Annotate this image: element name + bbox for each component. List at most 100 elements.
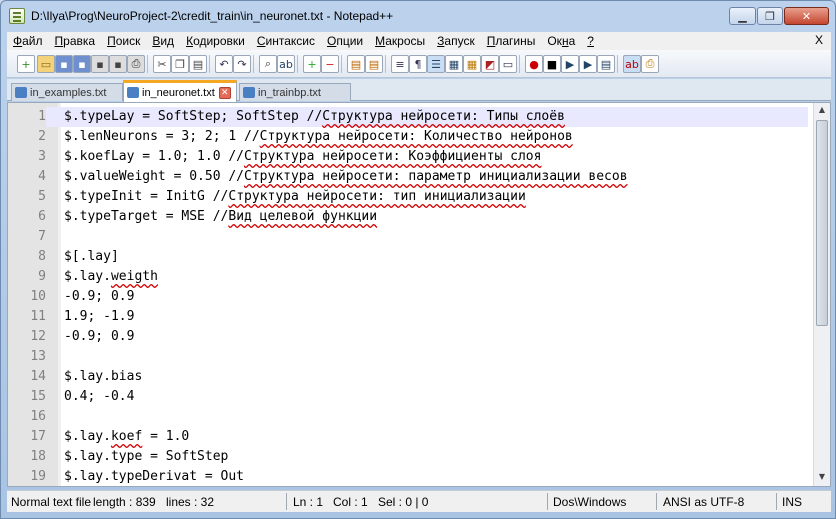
close-icon[interactable]: ▪ [91, 55, 109, 73]
scroll-up-icon[interactable]: ▲ [816, 105, 828, 117]
vertical-scrollbar[interactable]: ▲ ▼ [813, 103, 830, 486]
toolbar-separator [297, 55, 298, 73]
copy-icon[interactable]: ❐ [171, 55, 189, 73]
scroll-thumb[interactable] [816, 120, 828, 326]
editor-line[interactable]: 11 1.9; -1.9 [8, 307, 808, 327]
spellcheck-flagged-text: Вид целевой функции [228, 209, 378, 224]
show-all-chars-icon[interactable]: ¶ [409, 55, 427, 73]
editor-line[interactable]: 14 $.lay.bias [8, 367, 808, 387]
doc-map-icon[interactable]: ▦ [445, 55, 463, 73]
editor-line[interactable]: 15 0.4; -0.4 [8, 387, 808, 407]
editor-line[interactable]: 19 $.lay.typeDerivat = Out [8, 467, 808, 486]
menu-accelerator: н [561, 34, 569, 48]
editor-line[interactable]: 6 $.typeTarget = MSE //Вид целевой функци… [8, 207, 808, 227]
indent-guide-icon[interactable]: ☰ [427, 55, 445, 73]
spellcheck-flagged-text: Структура нейросети: Коэффициенты слоя [244, 149, 542, 164]
scroll-down-icon[interactable]: ▼ [816, 472, 828, 484]
editor[interactable]: 1 $.typeLay = SoftStep; SoftStep //Структ… [7, 102, 831, 487]
tab-in-examples-txt[interactable]: in_examples.txt [11, 83, 123, 101]
title-bar[interactable]: D:\Ilya\Prog\NeuroProject-2\credit_train… [1, 1, 835, 31]
menu-item[interactable]: Вид [146, 34, 180, 48]
status-sel: Sel : 0 | 0 [378, 495, 429, 509]
new-file-icon[interactable]: + [17, 55, 35, 73]
menu-item[interactable]: Файл [7, 34, 49, 48]
status-eol[interactable]: Dos\Windows [553, 495, 626, 509]
word-wrap-icon[interactable]: ≡ [391, 55, 409, 73]
record-macro-icon[interactable]: ● [525, 55, 543, 73]
menu-accelerator: К [186, 34, 194, 48]
find-icon[interactable]: ⌕ [259, 55, 277, 73]
print-icon[interactable]: ⎙ [127, 55, 145, 73]
sync-h-icon[interactable]: ▤ [365, 55, 383, 73]
print-now-icon[interactable]: ⎙ [641, 55, 659, 73]
editor-line[interactable]: 10 -0.9; 0.9 [8, 287, 808, 307]
menu-item[interactable]: Окна [541, 34, 581, 48]
line-code: $.lay.bias [64, 367, 142, 387]
menu-item[interactable]: ? [581, 34, 600, 48]
menu-item[interactable]: Правка [49, 34, 102, 48]
editor-line[interactable]: 2 $.lenNeurons = 3; 2; 1 //Структура нейр… [8, 127, 808, 147]
editor-line[interactable]: 5 $.typeInit = InitG //Структура нейросет… [8, 187, 808, 207]
monitor-icon[interactable]: ▭ [499, 55, 517, 73]
editor-line[interactable]: 3 $.koefLay = 1.0; 1.0 //Структура нейрос… [8, 147, 808, 167]
maximize-button[interactable]: ❐ [757, 7, 783, 25]
open-file-icon[interactable]: ▭ [37, 55, 55, 73]
editor-line[interactable]: 4 $.valueWeight = 0.50 //Структура нейрос… [8, 167, 808, 187]
code-text: = 1.0 [142, 429, 190, 444]
code-text: $.lay.typeDerivat = Out [64, 469, 245, 484]
close-all-icon[interactable]: ▪ [109, 55, 127, 73]
notepadpp-app-icon[interactable] [9, 8, 25, 24]
save-all-icon[interactable]: ▪ [73, 55, 91, 73]
menu-item[interactable]: Опции [321, 34, 369, 48]
menu-item[interactable]: Поиск [101, 34, 146, 48]
menu-item[interactable]: Плагины [481, 34, 542, 48]
save-macro-icon[interactable]: ▤ [597, 55, 615, 73]
replace-icon[interactable]: ab [277, 55, 295, 73]
save-icon[interactable]: ▪ [55, 55, 73, 73]
zoom-in-icon[interactable]: + [303, 55, 321, 73]
editor-line[interactable]: 12 -0.9; 0.9 [8, 327, 808, 347]
status-encoding[interactable]: ANSI as UTF-8 [663, 495, 744, 509]
code-text: $.lenNeurons = 3; 2; 1 // [64, 129, 260, 144]
editor-lines[interactable]: 1 $.typeLay = SoftStep; SoftStep //Структ… [8, 107, 808, 486]
menu-label-part: пции [336, 34, 364, 48]
line-number: 16 [30, 409, 46, 424]
function-list-icon[interactable]: ▦ [463, 55, 481, 73]
paste-icon[interactable]: ▤ [189, 55, 207, 73]
redo-icon[interactable]: ↷ [233, 55, 251, 73]
status-divider [776, 493, 777, 510]
minimize-button[interactable]: ▁ [729, 7, 756, 25]
code-text: $.lay. [64, 269, 111, 284]
folder-as-workspace-icon[interactable]: ◩ [481, 55, 499, 73]
editor-line[interactable]: 1 $.typeLay = SoftStep; SoftStep //Структ… [8, 107, 808, 127]
code-text: $.typeInit = InitG // [64, 189, 229, 204]
tab-close-icon[interactable]: ✕ [218, 86, 231, 99]
play-macro-icon[interactable]: ▶ [561, 55, 579, 73]
editor-line[interactable]: 17 $.lay.koef = 1.0 [8, 427, 808, 447]
run-macro-multiple-icon[interactable]: ▶ [579, 55, 597, 73]
menu-label-part: равка [63, 34, 96, 48]
close-window-button[interactable]: ✕ [784, 7, 829, 25]
stop-macro-icon[interactable]: ■ [543, 55, 561, 73]
close-document-button[interactable]: X [815, 33, 823, 47]
editor-line[interactable]: 8 $[.lay] [8, 247, 808, 267]
cut-icon[interactable]: ✂ [153, 55, 171, 73]
status-mode[interactable]: INS [782, 495, 802, 509]
menu-item[interactable]: Синтаксис [251, 34, 321, 48]
undo-icon[interactable]: ↶ [215, 55, 233, 73]
menu-item[interactable]: Кодировки [180, 34, 251, 48]
zoom-out-icon[interactable]: − [321, 55, 339, 73]
editor-line[interactable]: 7 [8, 227, 808, 247]
menu-item[interactable]: Запуск [431, 34, 481, 48]
tab-in-trainbp-txt[interactable]: in_trainbp.txt [239, 83, 351, 101]
tab-in-neuronet-txt[interactable]: in_neuronet.txt ✕ [123, 80, 237, 102]
editor-line[interactable]: 18 $.lay.type = SoftStep [8, 447, 808, 467]
editor-line[interactable]: 16 [8, 407, 808, 427]
menu-accelerator: С [256, 34, 266, 48]
spellcheck-icon[interactable]: ab [623, 55, 641, 73]
editor-line[interactable]: 9 $.lay.weigth [8, 267, 808, 287]
editor-line[interactable]: 13 [8, 347, 808, 367]
file-icon [127, 87, 139, 98]
sync-v-icon[interactable]: ▤ [347, 55, 365, 73]
menu-item[interactable]: Макросы [369, 34, 431, 48]
